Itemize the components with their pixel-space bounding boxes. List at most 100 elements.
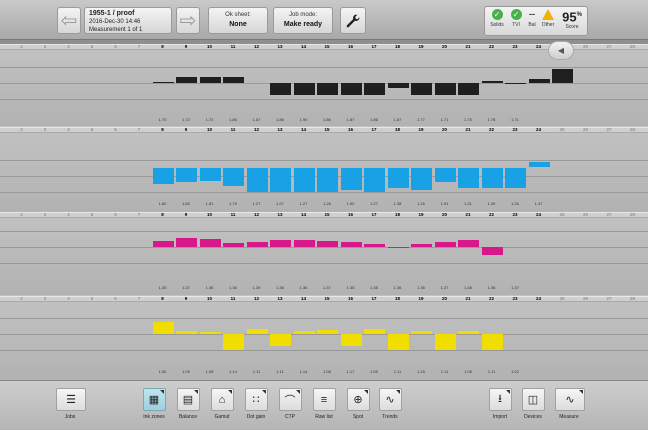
magenta-zone-bar[interactable] [246,242,268,247]
job-mode-button[interactable]: Job mode: Make ready [273,7,333,34]
black-zone-bar[interactable] [458,83,479,95]
yellow-zone-bar[interactable] [458,331,479,334]
black-zone-bar[interactable] [505,83,526,84]
yellow-zone-bar[interactable] [387,334,409,350]
yellow-zone-bar[interactable] [223,334,244,350]
ok-sheet-button[interactable]: Ok sheet: None [208,7,268,34]
zone-number: 4 [67,44,70,49]
density-value: 1.86 [229,117,237,122]
yellow-zone-bar[interactable] [152,322,174,334]
cyan-zone-bar[interactable] [411,168,432,190]
yellow-zone-bar[interactable] [364,329,385,334]
zone-number: 9 [184,127,188,132]
zone-number: 2 [20,212,23,217]
magenta-zone-bar[interactable] [199,239,221,247]
black-zone-bar[interactable] [176,77,197,83]
yellow-zone-bar[interactable] [270,334,291,346]
density-value: 1.11 [252,369,261,374]
magenta-zone-bar[interactable] [481,247,503,255]
yellow-zone-bar[interactable] [176,331,197,334]
magenta-zone-bar[interactable] [293,240,315,247]
yellow-zone-bar[interactable] [481,334,503,350]
previous-job-button[interactable]: ⇦ [57,7,81,34]
magenta-zone-bar[interactable] [340,242,362,247]
settings-button[interactable] [340,7,366,34]
status-panel[interactable]: ✓ Solids ✓ TVI -- Bal Other 95% Score [484,6,588,36]
black-zone-bar[interactable] [317,83,338,95]
jobs-button[interactable]: ☰ Jobs [56,388,86,420]
magenta-zone-bar[interactable] [411,244,432,247]
next-job-button[interactable]: ⇨ [176,7,200,34]
cyan-zone-bar[interactable] [176,168,197,182]
magenta-zone-bar[interactable] [364,244,385,247]
density-value: 1.37 [182,285,190,290]
zone-number: 25 [559,212,565,217]
cyan-zone-bar[interactable] [199,168,221,181]
black-zone-bar[interactable] [152,82,174,83]
cyan-zone-bar[interactable] [246,168,268,192]
cyan-zone-bar[interactable] [152,168,174,184]
density-value: 1.77 [417,117,425,122]
tolerance-line [0,67,648,68]
cyan-zone-bar[interactable] [387,168,409,188]
black-zone-bar[interactable] [340,83,362,95]
magenta-zone-bar[interactable] [458,240,479,247]
cyan-zone-bar[interactable] [317,168,338,192]
ink-zones-icon: ▦ [142,388,166,411]
job-info-panel[interactable]: 1955-1 / proof 2016-Dec-30 14:46 Measure… [84,7,172,34]
yellow-zone-bar[interactable] [434,334,456,350]
black-zone-bar[interactable] [270,83,291,95]
density-value: 1.70 [158,117,167,122]
black-zone-bar[interactable] [411,83,432,95]
density-value: 1.08 [323,369,331,374]
cyan-zone-bar[interactable] [293,168,315,192]
magenta-zone-bar[interactable] [223,243,244,247]
zone-number: 7 [137,212,141,217]
yellow-zone-bar[interactable] [340,334,362,346]
black-zone-bar[interactable] [223,77,244,83]
magenta-zone-bar[interactable] [387,247,409,248]
magenta-zone-bar[interactable] [270,240,291,247]
black-zone-bar[interactable] [293,83,315,95]
zone-number: 23 [512,296,518,301]
magenta-zone-bar[interactable] [152,241,174,247]
zone-scroll-handle[interactable]: ◀ [548,41,574,60]
cyan-zone-bar[interactable] [528,162,550,167]
zone-number: 18 [394,212,400,217]
arrow-left-icon: ⇦ [60,10,78,32]
zone-number: 18 [394,44,400,49]
zone-number: 12 [253,212,259,217]
yellow-zone-bar[interactable] [317,330,338,334]
yellow-zone-bar[interactable] [199,332,221,334]
cyan-zone-bar[interactable] [270,168,291,192]
magenta-zone-bar[interactable] [317,241,338,247]
cyan-zone-bar[interactable] [505,168,526,188]
black-zone-bar[interactable] [387,83,409,88]
trends-button[interactable]: ∿ Trends [376,388,404,420]
density-value: 1.05 [370,369,378,374]
density-value: 1.26 [511,201,519,206]
cyan-zone-bar[interactable] [223,168,244,186]
magenta-zone-bar[interactable] [176,238,197,247]
black-zone-bar[interactable] [528,79,550,83]
yellow-zone-bar[interactable] [293,331,315,334]
measure-button[interactable]: ∿ Measure [555,388,585,420]
yellow-zone-bar[interactable] [246,329,268,334]
trends-chart-icon: ∿ [378,388,402,411]
cyan-zone-bar[interactable] [340,168,362,190]
magenta-zone-bar[interactable] [434,242,456,247]
zone-number: 1 [0,44,3,49]
black-zone-bar[interactable] [199,77,221,83]
cyan-zone-bar[interactable] [434,168,456,182]
zone-number: 19 [418,296,424,301]
black-zone-bar[interactable] [364,83,385,95]
devices-button[interactable]: ◫ Devices [519,388,547,420]
cyan-zone-bar[interactable] [481,168,503,188]
density-value: 1.08 [205,369,214,374]
black-zone-bar[interactable] [552,69,573,83]
yellow-zone-bar[interactable] [411,331,432,334]
cyan-zone-bar[interactable] [364,168,385,192]
black-zone-bar[interactable] [434,83,456,95]
black-zone-bar[interactable] [481,81,503,83]
cyan-zone-bar[interactable] [458,168,479,188]
